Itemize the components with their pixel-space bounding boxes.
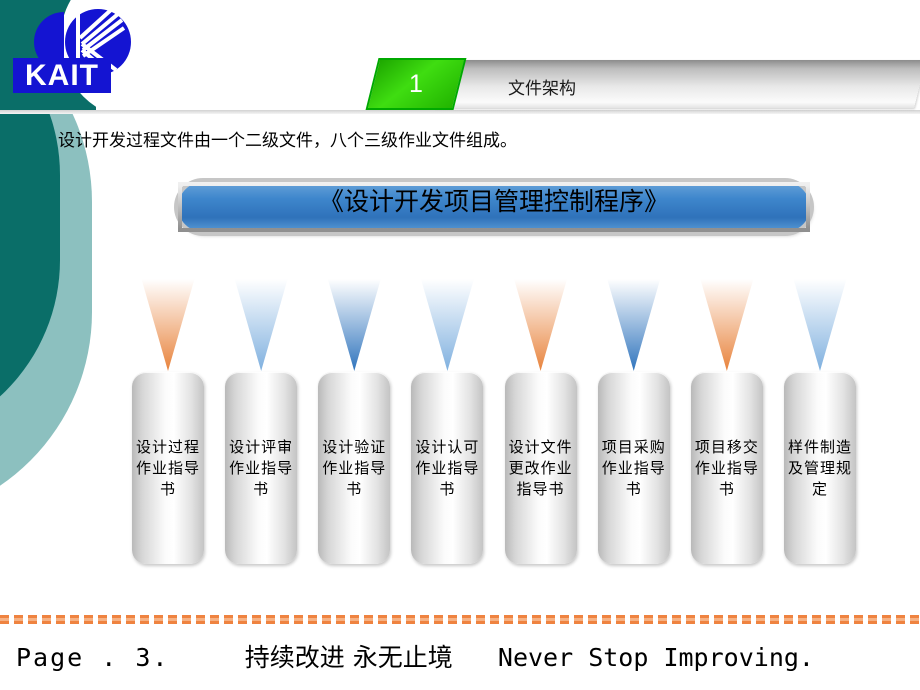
document-box-label: 项目采购作业指导书 (601, 437, 666, 498)
document-box-label: 设计文件更改作业指导书 (508, 437, 573, 498)
document-box-label: 项目移交作业指导书 (694, 437, 759, 498)
document-box-label: 设计验证作业指导书 (322, 437, 387, 498)
footer-bar: Page . 3. 持续改进 永无止境 Never Stop Improving… (16, 638, 906, 674)
page-number: Page . 3. (16, 643, 170, 672)
document-box[interactable]: 项目采购作业指导书 (597, 372, 670, 564)
document-box[interactable]: 项目移交作业指导书 (690, 372, 763, 564)
document-box-label: 设计过程作业指导书 (136, 437, 201, 498)
intro-paragraph: 设计开发过程文件由一个二级文件，八个三级作业文件组成。 (58, 131, 517, 151)
footer-dashed-divider (0, 615, 920, 624)
document-box[interactable]: 设计验证作业指导书 (318, 372, 391, 564)
document-box[interactable]: 设计认可作业指导书 (411, 372, 484, 564)
footer-slogan-cn: 持续改进 永无止境 (244, 643, 453, 672)
down-arrow-icon (413, 253, 482, 371)
document-box[interactable]: 样件制造及管理规定 (783, 372, 856, 564)
document-box-label: 样件制造及管理规定 (787, 437, 852, 498)
down-arrow-icon (134, 253, 202, 371)
footer-slogan-en: Never Stop Improving. (497, 643, 814, 672)
down-arrow-icon (227, 253, 296, 371)
down-arrow-icon (506, 253, 575, 371)
document-box-row: 设计过程作业指导书 设计评审作业指导书 设计验证作业指导书 设计认可作业指导书 … (132, 372, 856, 564)
document-box-label: 设计评审作业指导书 (229, 437, 294, 498)
document-box[interactable]: 设计文件更改作业指导书 (504, 372, 577, 564)
document-box-label: 设计认可作业指导书 (415, 437, 480, 498)
kait-wordmark: KAIT (13, 58, 111, 93)
down-arrow-icon (320, 253, 389, 371)
document-box[interactable]: 设计评审作业指导书 (225, 372, 298, 564)
main-title-capsule (178, 182, 810, 232)
down-arrow-icon (599, 253, 668, 371)
document-box[interactable]: 设计过程作业指导书 (132, 372, 204, 564)
down-arrow-icon (692, 253, 761, 371)
down-arrow-icon (786, 253, 854, 371)
